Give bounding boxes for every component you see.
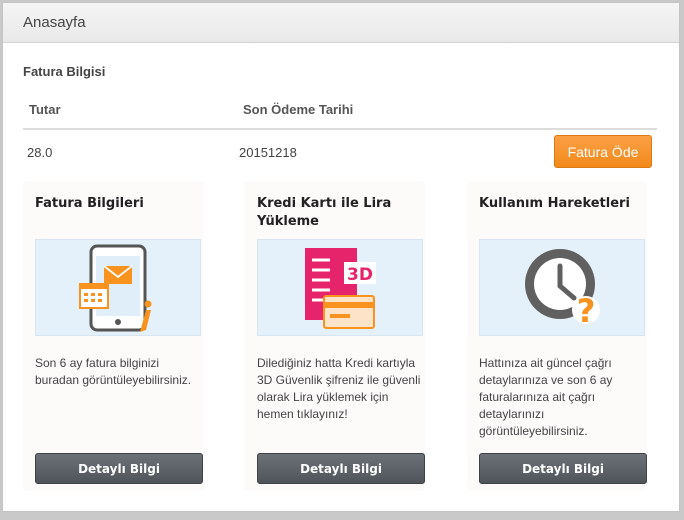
main-panel: Anasayfa Fatura Bilgisi Tutar Son Ödeme … <box>2 2 680 512</box>
table-divider <box>23 128 657 130</box>
page-header: Anasayfa <box>3 3 679 43</box>
page-title: Anasayfa <box>23 14 86 31</box>
card-credit-card-topup: Kredi Kartı ile Lira Yükleme 3D Dilediği… <box>245 181 425 491</box>
card-image: 3D <box>257 239 423 336</box>
card-title: Kredi Kartı ile Lira Yükleme <box>257 196 392 229</box>
column-header-due-date: Son Ödeme Tarihi <box>243 102 354 117</box>
card-image <box>35 239 201 336</box>
svg-text:?: ? <box>577 292 596 330</box>
column-header-amount: Tutar <box>29 102 61 117</box>
details-button-usage[interactable]: Detaylı Bilgi <box>479 453 647 484</box>
card-image: ? <box>479 239 645 336</box>
invoice-section-title: Fatura Bilgisi <box>23 64 106 79</box>
card-description: Son 6 ay fatura bilginizi buradan görünt… <box>35 356 192 387</box>
details-button-credit-card[interactable]: Detaylı Bilgi <box>257 453 425 484</box>
card-usage-history: Kullanım Hareketleri ? Hattınıza ait gün… <box>467 181 647 491</box>
details-button-invoice[interactable]: Detaylı Bilgi <box>35 453 203 484</box>
card-description: Hattınıza ait güncel çağrı detaylarınıza… <box>479 356 613 438</box>
phone-invoice-icon <box>79 244 152 332</box>
card-title: Kullanım Hareketleri <box>479 196 630 211</box>
card-invoice-info: Fatura Bilgileri Son 6 ay fatura bilgini… <box>23 181 203 491</box>
pay-invoice-button[interactable]: Fatura Öde <box>554 135 652 168</box>
clock-question-icon: ? <box>525 249 600 330</box>
credit-card-3d-icon: 3D <box>305 248 376 329</box>
svg-text:3D: 3D <box>347 265 373 285</box>
card-title: Fatura Bilgileri <box>35 196 144 211</box>
card-description: Dilediğiniz hatta Kredi kartıyla 3D Güve… <box>257 356 421 421</box>
invoice-amount: 28.0 <box>27 145 53 160</box>
invoice-due-date: 20151218 <box>239 145 297 160</box>
